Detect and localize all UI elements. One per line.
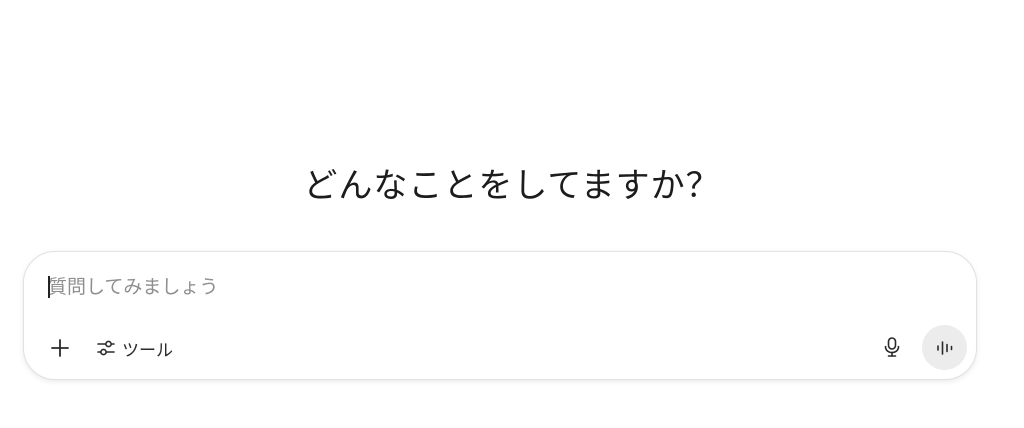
sliders-icon (96, 338, 116, 358)
message-composer: ツール (23, 251, 977, 380)
add-attachment-button[interactable] (42, 330, 78, 366)
microphone-icon (882, 336, 902, 358)
prompt-input[interactable] (48, 272, 928, 302)
tools-button[interactable]: ツール (88, 330, 181, 366)
tools-button-label: ツール (122, 340, 173, 361)
voice-waveform-icon (935, 340, 955, 356)
plus-icon (50, 338, 70, 358)
chat-home-page: どんなことをしてますか？ ツール (0, 0, 1024, 428)
page-title: どんなことをしてますか？ (303, 166, 721, 206)
text-caret (48, 276, 50, 298)
voice-mode-button[interactable] (922, 325, 967, 370)
dictate-button[interactable] (874, 329, 910, 365)
